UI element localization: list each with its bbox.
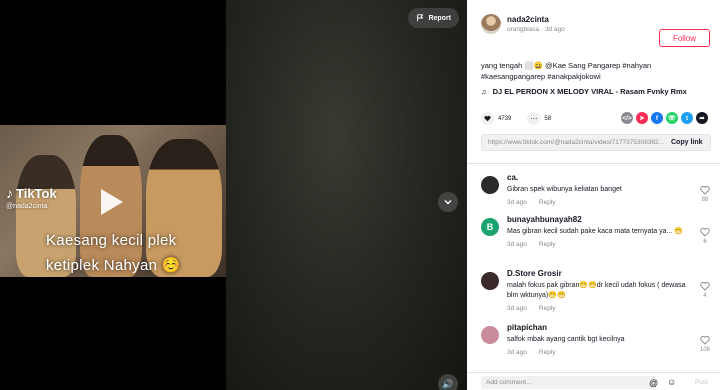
avatar[interactable] [481, 14, 501, 34]
like-count: 4739 [498, 115, 512, 122]
music-title[interactable]: DJ EL PERDON X MELODY VIRAL - Rasam Fvnk… [493, 87, 687, 96]
post-description: yang tengah ⬜️😀 @Kae Sang Pangarep #nahy… [481, 60, 711, 82]
heart-icon [484, 115, 491, 122]
comment-user[interactable]: bunayahbunayah82 [507, 215, 692, 224]
share-icon[interactable]: ➦ [696, 112, 708, 124]
divider [467, 163, 720, 164]
facebook-icon[interactable]: f [651, 112, 663, 124]
tiktok-logo-icon: ♪ [6, 185, 13, 201]
comment-like-count: 6 [703, 239, 707, 245]
whatsapp-icon[interactable]: ☏ [666, 112, 678, 124]
play-icon[interactable] [101, 189, 123, 215]
app-root: ♪ TikTok @nada2cinta Kaesang kecil plek … [0, 0, 720, 390]
like-button[interactable] [481, 112, 494, 125]
video-backdrop: Report 🔊 [226, 0, 467, 390]
embed-icon[interactable]: </> [621, 112, 633, 124]
heart-outline-icon [700, 185, 710, 195]
twitter-icon[interactable]: t [681, 112, 693, 124]
comment-like[interactable]: 4 [699, 281, 711, 299]
comment-user[interactable]: ca. [507, 173, 692, 182]
share-link-url[interactable]: https://www.tiktok.com/@nada2cinta/video… [482, 139, 665, 146]
comment-like[interactable]: 88 [699, 185, 711, 203]
flag-icon [417, 14, 424, 22]
emoji-icon[interactable]: ☺ [667, 377, 676, 387]
music-info[interactable]: ♫ DJ EL PERDON X MELODY VIRAL - Rasam Fv… [481, 87, 687, 96]
heart-outline-icon [700, 227, 710, 237]
music-note-icon: ♫ [481, 87, 487, 96]
author-username[interactable]: nada2cinta [507, 15, 565, 24]
heart-outline-icon [700, 281, 710, 291]
comment-user[interactable]: pitapichan [507, 323, 692, 332]
video-player[interactable]: ♪ TikTok @nada2cinta Kaesang kecil plek … [0, 0, 226, 390]
volume-icon: 🔊 [442, 378, 454, 389]
copy-link-button[interactable]: Copy link [665, 139, 703, 146]
avatar[interactable] [481, 176, 499, 194]
author-info[interactable]: nada2cinta orangbiasa · 3d ago [481, 14, 565, 34]
comment-input[interactable]: Add comment... [481, 376, 657, 389]
add-comment-bar: Add comment... @ ☺ Post [467, 372, 720, 390]
share-link-box: https://www.tiktok.com/@nada2cinta/video… [481, 134, 711, 151]
comment-time: 3d ago [507, 305, 527, 312]
description-line: #kaesangpangarep #anakpakjokowi [481, 72, 601, 81]
avatar-letter: B [486, 222, 494, 232]
comment-text: malah fokus pak gibran😁😁dr kecil udah fo… [507, 282, 686, 299]
avatar[interactable] [481, 272, 499, 290]
watermark-handle: @nada2cinta [6, 203, 48, 210]
comment-count: 58 [544, 115, 552, 122]
mention-icon[interactable]: @ [649, 378, 658, 388]
next-video-button[interactable] [438, 192, 458, 212]
engagement-bar: 4739 ⋯ 58 [481, 112, 563, 125]
tiktok-brand-text: TikTok [16, 185, 57, 201]
post-button[interactable]: Post [695, 379, 708, 386]
reply-button[interactable]: Reply [539, 199, 556, 206]
follow-button[interactable]: Follow [659, 29, 710, 47]
report-label: Report [428, 14, 451, 22]
report-button[interactable]: Report [408, 8, 459, 28]
video-frame[interactable]: ♪ TikTok @nada2cinta Kaesang kecil plek … [0, 125, 226, 277]
heart-outline-icon [700, 335, 710, 345]
volume-button[interactable]: 🔊 [438, 374, 458, 390]
comment-time: 3d ago [507, 199, 527, 206]
reply-button[interactable]: Reply [539, 305, 556, 312]
video-caption-line1: Kaesang kecil plek [46, 232, 177, 249]
comment-text: Gibran spek wibunya keliatan banget [507, 186, 622, 193]
description-line: yang tengah ⬜️😀 @Kae Sang Pangarep #nahy… [481, 61, 652, 70]
comment-text: Mas gibran kecil sudah pake kaca mata te… [507, 228, 684, 235]
share-options: </> ➤ f ☏ t ➦ [621, 112, 708, 124]
comment-button[interactable]: ⋯ [527, 112, 541, 125]
comment-like-count: 88 [701, 197, 709, 203]
chevron-down-icon [444, 200, 452, 205]
tiktok-watermark: ♪ TikTok [6, 185, 57, 201]
comment-like[interactable]: 108 [699, 335, 711, 353]
comment-user[interactable]: D.Store Grosir [507, 269, 692, 278]
avatar[interactable]: B [481, 218, 499, 236]
details-panel: nada2cinta orangbiasa · 3d ago Follow ya… [467, 0, 720, 390]
author-subtitle: orangbiasa · 3d ago [507, 26, 565, 33]
comment-text: salfok mbak ayang cantik bgt kecilnya [507, 336, 625, 343]
comment-like-count: 108 [699, 347, 710, 353]
comment-like[interactable]: 6 [699, 227, 711, 245]
reply-button[interactable]: Reply [539, 349, 556, 356]
reply-button[interactable]: Reply [539, 241, 556, 248]
video-caption-line2: ketiplek Nahyan ☺️ [46, 257, 181, 274]
comment-time: 3d ago [507, 349, 527, 356]
send-icon[interactable]: ➤ [636, 112, 648, 124]
comment-icon: ⋯ [530, 115, 538, 123]
comment-like-count: 4 [703, 293, 707, 299]
comment-time: 3d ago [507, 241, 527, 248]
avatar[interactable] [481, 326, 499, 344]
